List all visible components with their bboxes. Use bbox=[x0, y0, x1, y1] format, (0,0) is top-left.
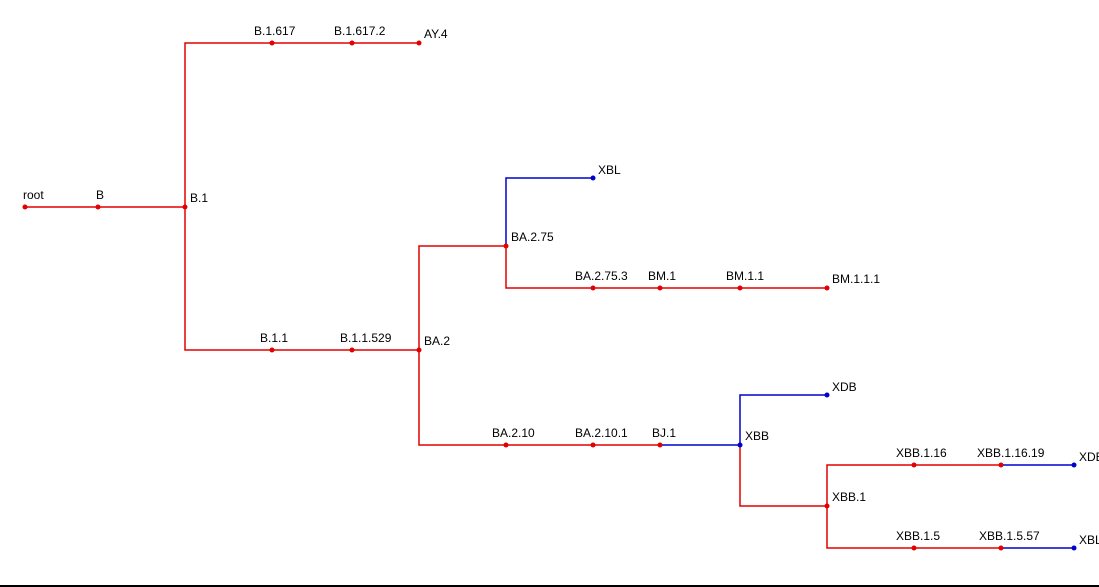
node-point-B11 bbox=[270, 348, 275, 353]
node-point-B1617 bbox=[270, 41, 275, 46]
edge-B1-B1617 bbox=[185, 43, 272, 207]
node-point-XBB116 bbox=[912, 463, 917, 468]
node-point-BA210 bbox=[504, 443, 509, 448]
node-label-root: root bbox=[23, 188, 44, 202]
lineage-tree-diagram: root B B.1 B.1.617 B.1.617.2 AY.4 B.1.1 B.1.1.5… bbox=[0, 0, 1099, 587]
node-point-XDB_r bbox=[1072, 463, 1077, 468]
node-label-BA275: BA.2.75 bbox=[511, 230, 554, 244]
node-label-BA2753: BA.2.75.3 bbox=[575, 269, 628, 283]
node-label-BM111: BM.1.1.1 bbox=[832, 272, 880, 286]
node-label-BA210: BA.2.10 bbox=[492, 426, 535, 440]
node-label-XBB11619: XBB.1.16.19 bbox=[977, 446, 1045, 460]
node-label-XBB15: XBB.1.5 bbox=[896, 529, 940, 543]
node-point-BM1 bbox=[658, 286, 663, 291]
node-point-BJ1 bbox=[658, 443, 663, 448]
node-point-XBB bbox=[738, 443, 743, 448]
node-point-B bbox=[96, 205, 101, 210]
edge-layer bbox=[25, 43, 1074, 548]
node-label-XDB_r: XDB bbox=[1079, 450, 1099, 464]
node-label-B1617: B.1.617 bbox=[254, 24, 296, 38]
node-point-B16172 bbox=[350, 41, 355, 46]
edge-XBB-XBB1 bbox=[740, 445, 827, 506]
node-point-XBL_top bbox=[591, 176, 596, 181]
node-point-BM111 bbox=[825, 286, 830, 291]
node-label-XBB1557: XBB.1.5.57 bbox=[979, 529, 1040, 543]
node-label-BM1: BM.1 bbox=[648, 269, 676, 283]
node-label-BJ1: BJ.1 bbox=[652, 426, 676, 440]
node-label-B: B bbox=[96, 188, 104, 202]
node-label-AY4: AY.4 bbox=[424, 27, 448, 41]
node-label-B16172: B.1.617.2 bbox=[334, 24, 386, 38]
edge-B1-B11 bbox=[185, 207, 272, 350]
node-label-XBB1: XBB.1 bbox=[832, 490, 866, 504]
node-point-BA2101 bbox=[591, 443, 596, 448]
node-point-BA2753 bbox=[591, 286, 596, 291]
node-point-XBB1 bbox=[825, 504, 830, 509]
node-point-XBB1557 bbox=[999, 546, 1004, 551]
node-label-XBL_r: XBL bbox=[1079, 533, 1099, 547]
node-point-BA275 bbox=[504, 244, 509, 249]
node-label-BA2: BA.2 bbox=[424, 334, 450, 348]
node-label-XDB_top: XDB bbox=[832, 380, 857, 394]
node-label-B11: B.1.1 bbox=[260, 331, 288, 345]
node-label-XBB116: XBB.1.16 bbox=[896, 446, 947, 460]
node-point-XDB_top bbox=[825, 393, 830, 398]
node-point-XBB11619 bbox=[999, 463, 1004, 468]
node-label-XBB: XBB bbox=[745, 429, 769, 443]
node-point-XBL_r bbox=[1072, 546, 1077, 551]
node-point-AY4 bbox=[417, 41, 422, 46]
node-point-B11529 bbox=[350, 348, 355, 353]
node-point-B1 bbox=[183, 205, 188, 210]
node-point-layer bbox=[23, 41, 1077, 551]
node-point-XBB15 bbox=[912, 546, 917, 551]
node-point-BM11 bbox=[738, 286, 743, 291]
node-label-B11529: B.1.1.529 bbox=[340, 331, 392, 345]
node-point-root bbox=[23, 205, 28, 210]
node-label-XBL_top: XBL bbox=[598, 163, 621, 177]
node-label-BA2101: BA.2.10.1 bbox=[575, 426, 628, 440]
node-label-BM11: BM.1.1 bbox=[726, 269, 764, 283]
node-point-BA2 bbox=[417, 348, 422, 353]
node-label-B1: B.1 bbox=[190, 191, 208, 205]
